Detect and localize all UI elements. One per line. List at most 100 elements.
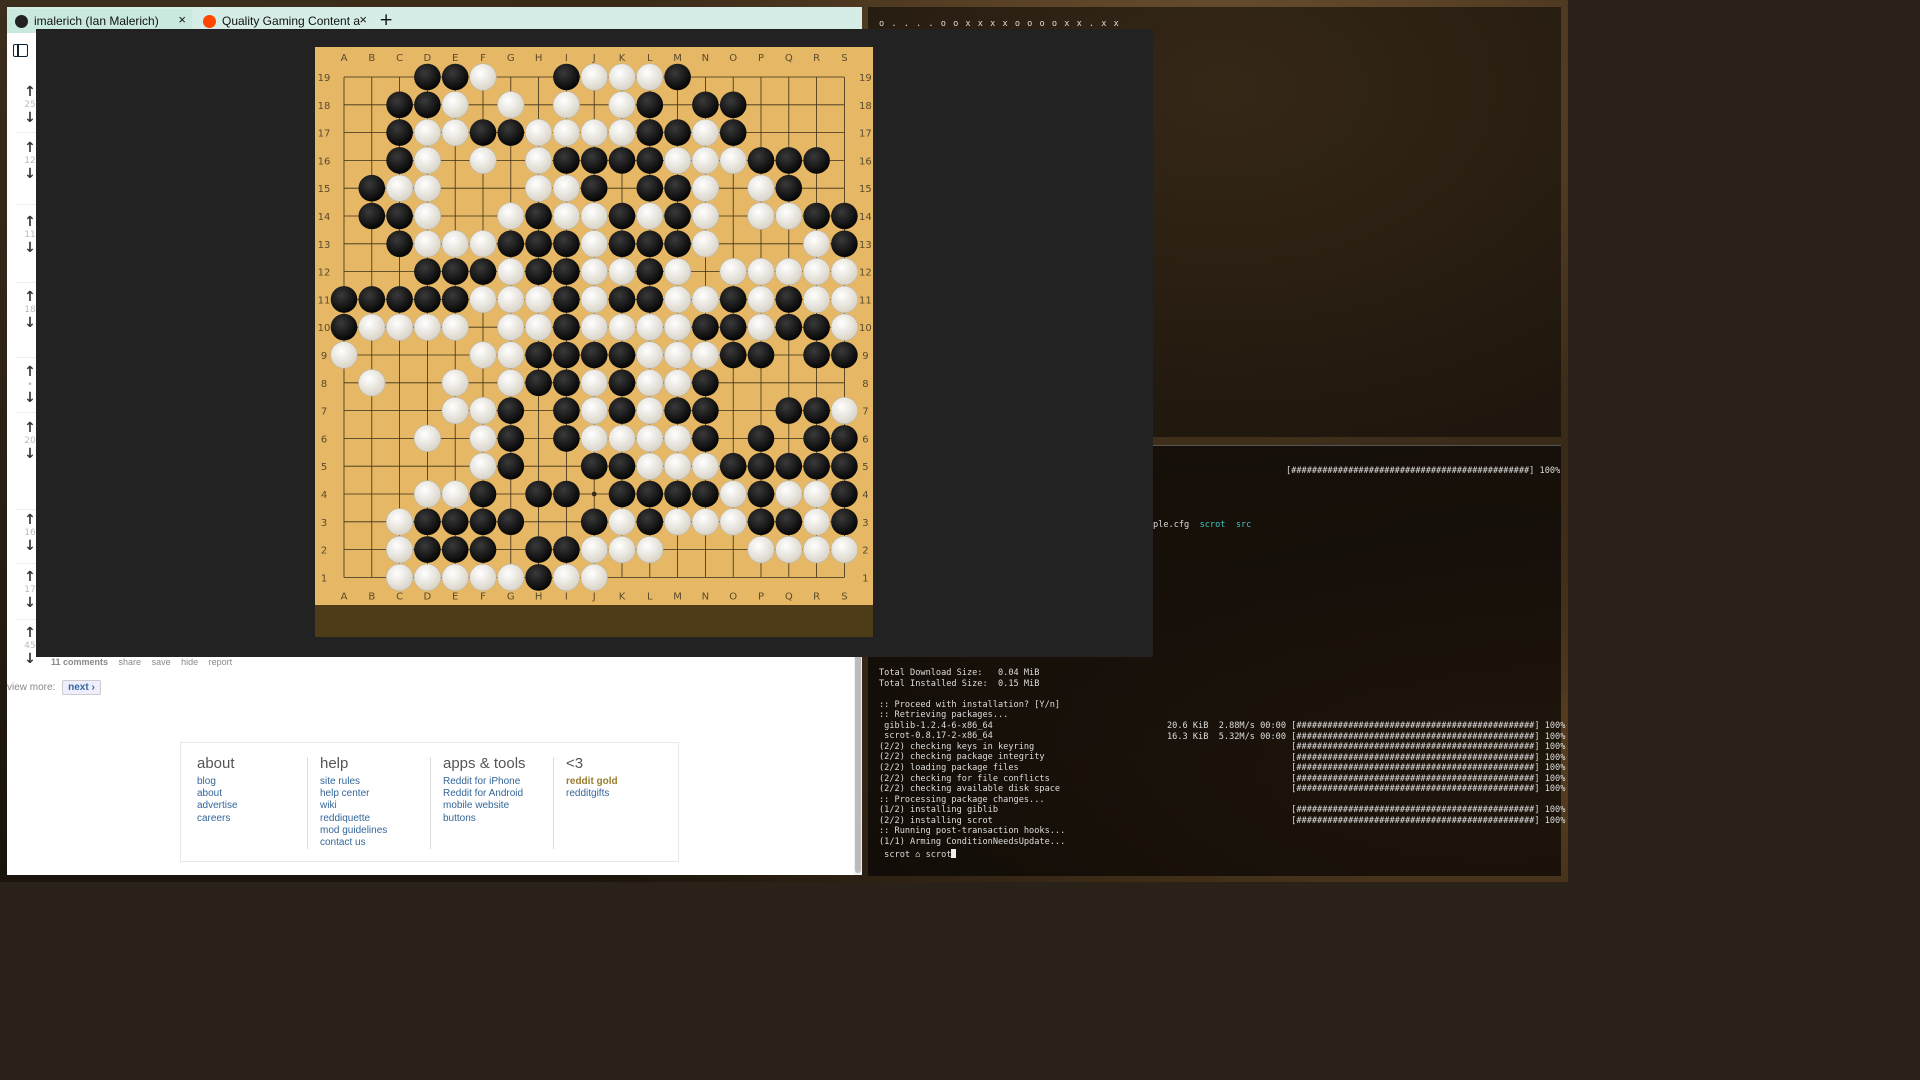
footer-link[interactable]: buttons	[443, 813, 526, 825]
footer-heading: apps & tools	[443, 755, 526, 772]
footer-link[interactable]: about	[197, 788, 238, 800]
black-stone	[525, 341, 552, 369]
column-label: L	[647, 53, 653, 64]
vote-arrows[interactable]: ↑ 25 ↓	[23, 85, 37, 125]
sidebar-toggle-icon[interactable]	[13, 44, 28, 57]
black-stone	[525, 258, 552, 285]
black-stone	[636, 174, 664, 202]
white-stone	[413, 424, 441, 453]
black-stone	[664, 397, 691, 424]
share-link[interactable]: share	[119, 657, 142, 667]
white-stone	[469, 63, 497, 91]
footer-link[interactable]: reddiquette	[320, 813, 387, 825]
footer-link[interactable]: Reddit for iPhone	[443, 776, 526, 788]
vote-arrows[interactable]: ↑ 20 ↓	[23, 421, 37, 461]
row-label: 5	[862, 462, 868, 473]
page-footer: about blog about advertise careers help …	[180, 742, 679, 862]
black-stone	[553, 369, 580, 397]
image-viewer-window[interactable]: A A B B C C D D E E F F G G H H I I J J K K L L M M N N O O P P Q Q R R S S 19…	[36, 29, 1153, 657]
footer-link[interactable]: Reddit for Android	[443, 788, 526, 800]
directory-name: src	[1235, 520, 1252, 530]
vote-arrows[interactable]: ↑ 16 ↓	[23, 513, 37, 553]
vote-arrows[interactable]: ↑ 45 ↓	[23, 626, 37, 666]
footer-link[interactable]: blog	[197, 776, 238, 788]
black-stone	[803, 341, 830, 369]
report-link[interactable]: report	[209, 657, 233, 667]
vote-arrows[interactable]: ↑ • ↓	[23, 365, 37, 405]
footer-link[interactable]: careers	[197, 813, 238, 825]
comments-link[interactable]: 11 comments	[51, 657, 108, 667]
shell-prompt[interactable]: scrot ⌂ scrot	[879, 849, 957, 861]
white-stone	[664, 369, 692, 397]
column-label: P	[758, 53, 764, 64]
white-stone	[636, 202, 664, 230]
black-stone	[441, 536, 469, 563]
vote-arrows[interactable]: ↑ 18 ↓	[23, 290, 37, 330]
black-stone	[608, 202, 636, 230]
white-stone	[358, 369, 386, 397]
black-stone	[553, 258, 580, 285]
footer-heading: <3	[566, 755, 584, 772]
black-stone	[525, 564, 552, 591]
save-link[interactable]: save	[152, 657, 171, 667]
close-tab-icon[interactable]: ×	[359, 12, 367, 27]
row-label: 19	[318, 73, 331, 84]
footer-link[interactable]: advertise	[197, 800, 238, 812]
white-stone	[691, 230, 720, 258]
white-stone	[441, 313, 469, 341]
footer-link[interactable]: help center	[320, 788, 387, 800]
white-stone	[580, 397, 608, 425]
row-label: 14	[859, 212, 872, 223]
progress-line: [#######################################…	[1167, 805, 1566, 816]
footer-link[interactable]: site rules	[320, 776, 387, 788]
row-label: 15	[318, 184, 331, 195]
white-stone	[747, 258, 775, 286]
column-label: F	[480, 53, 486, 64]
white-stone	[775, 258, 803, 286]
row-label: 17	[859, 129, 872, 140]
white-stone	[497, 563, 525, 592]
black-stone	[608, 286, 636, 313]
hide-link[interactable]: hide	[181, 657, 198, 667]
column-label: H	[535, 53, 543, 64]
white-stone	[525, 174, 553, 202]
row-label: 13	[859, 240, 872, 251]
footer-link[interactable]: mod guidelines	[320, 825, 387, 837]
go-board: AABBCCDDEEFFGGHHIIJJKKLLMMNNOOPPQQRRSS19…	[318, 53, 872, 602]
white-stone	[469, 146, 497, 174]
white-stone	[608, 91, 636, 119]
vote-arrows[interactable]: ↑ 11 ↓	[23, 215, 37, 255]
white-stone	[580, 118, 608, 147]
black-stone	[664, 174, 691, 202]
footer-link[interactable]: contact us	[320, 837, 387, 849]
close-tab-icon[interactable]: ×	[178, 12, 186, 27]
black-stone	[386, 202, 413, 230]
white-stone	[580, 369, 608, 397]
black-stone	[608, 230, 636, 258]
white-stone	[803, 508, 831, 536]
black-stone	[719, 119, 747, 146]
footer-link[interactable]: redditgifts	[566, 788, 618, 800]
footer-column-help: help site rules help center wiki reddiqu…	[320, 755, 387, 849]
next-page-button[interactable]: next ›	[62, 680, 101, 695]
black-stone	[831, 480, 858, 508]
white-stone	[580, 63, 608, 91]
column-label: O	[729, 591, 737, 602]
black-stone	[831, 230, 858, 258]
vote-arrows[interactable]: ↑ 12 ↓	[23, 141, 37, 181]
white-stone	[469, 397, 497, 425]
new-tab-button[interactable]: +	[379, 9, 393, 31]
black-stone	[775, 174, 803, 202]
white-stone	[497, 258, 525, 286]
row-label: 2	[862, 546, 868, 557]
black-stone	[386, 147, 413, 174]
footer-heading: help	[320, 755, 349, 772]
reddit-gold-link[interactable]: reddit gold	[566, 776, 618, 788]
white-stone	[358, 313, 386, 341]
white-stone	[580, 563, 608, 592]
footer-link[interactable]: mobile website	[443, 800, 526, 812]
footer-link[interactable]: wiki	[320, 800, 387, 812]
column-label: R	[813, 591, 820, 602]
vote-score: 16	[24, 528, 36, 538]
vote-arrows[interactable]: ↑ 17 ↓	[23, 570, 37, 610]
